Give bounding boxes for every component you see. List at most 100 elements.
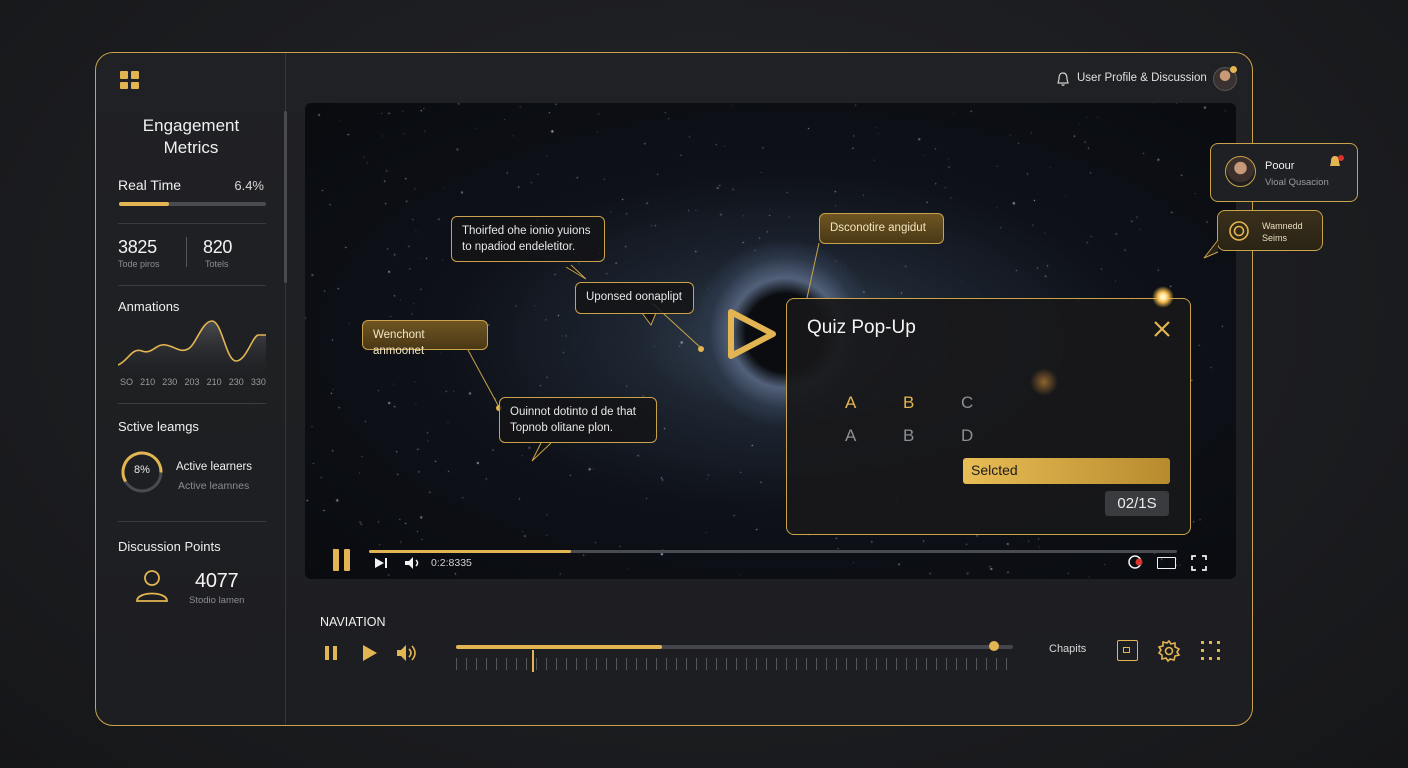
quiz-option-d[interactable]: D — [961, 426, 973, 446]
callout-4-line2: Topnob olitane plon. — [510, 422, 613, 434]
video-progress-track[interactable] — [369, 550, 1177, 553]
nav-play-icon[interactable] — [361, 644, 379, 662]
active-subtitle: Active leamnes — [178, 480, 250, 492]
ruler-tick — [676, 658, 677, 670]
notification-bell-icon[interactable] — [1327, 154, 1345, 172]
video-progress-fill — [369, 550, 571, 553]
captions-icon[interactable] — [1126, 554, 1144, 570]
sidebar-title-line1: Engagement — [142, 116, 240, 135]
pause-bar-right-icon[interactable] — [344, 549, 350, 571]
stat1-value: 3825 — [118, 237, 157, 257]
ruler-tick — [886, 658, 887, 670]
callout-5: Dsconotire angidut — [819, 213, 944, 244]
chapters-label[interactable]: Chapits — [1049, 643, 1086, 655]
nav-volume-icon[interactable] — [396, 644, 418, 662]
timeline-track[interactable] — [456, 645, 1013, 649]
floating-badge-card[interactable]: Wamnedd Seims — [1217, 210, 1323, 251]
ruler-tick — [546, 658, 547, 670]
callout-3-text: Wenchont anmoonet — [373, 329, 425, 357]
ruler-tick — [536, 658, 537, 670]
sidebar: Engagement Metrics Real Time 6.4% 3825 T… — [96, 53, 286, 725]
discussion-label: Discussion Points — [118, 539, 221, 554]
stat2-label: Totels — [205, 259, 229, 269]
ruler-tick — [786, 658, 787, 670]
ruler-tick — [766, 658, 767, 670]
nav-pause-right-icon[interactable] — [333, 646, 337, 660]
floating-card-subtitle: Vioal Qusacion — [1265, 177, 1329, 188]
volume-icon[interactable] — [404, 556, 424, 570]
ruler-tick — [656, 658, 657, 670]
badge-text-line1: Wamnedd — [1262, 221, 1303, 231]
realtime-progress-track — [119, 202, 266, 206]
callout-1: Thoirfed ohe ionio yuions to npadiod end… — [451, 216, 605, 262]
ruler-tick — [976, 658, 977, 670]
ruler-tick — [866, 658, 867, 670]
sidebar-scrollbar[interactable] — [284, 111, 287, 283]
badge-icon — [1229, 221, 1249, 241]
floating-avatar — [1225, 156, 1256, 187]
ruler-tick — [836, 658, 837, 670]
quiz-count: 02/1S — [1105, 491, 1169, 516]
badge-pointer — [1203, 239, 1219, 259]
settings-gear-icon[interactable] — [1157, 639, 1181, 663]
ruler-tick — [846, 658, 847, 670]
ruler-tick — [566, 658, 567, 670]
realtime-label: Real Time — [118, 177, 182, 193]
ruler-tick — [776, 658, 777, 670]
callout-1-line2: to npadiod endeletitor. — [462, 241, 576, 253]
discussion-value: 4077 — [195, 570, 239, 592]
quiz-option-c[interactable]: C — [961, 393, 973, 413]
active-ring-value: 8% — [134, 464, 150, 476]
animations-label: Anmations — [118, 299, 180, 314]
floating-profile-card[interactable]: Poour Vioal Qusacion — [1210, 143, 1358, 202]
chapters-icon[interactable] — [1117, 640, 1138, 661]
ruler-tick — [626, 658, 627, 670]
fullscreen-icon[interactable] — [1191, 555, 1207, 571]
tick-label: 210 — [140, 377, 156, 387]
ruler-tick — [856, 658, 857, 670]
timeline-handle[interactable] — [989, 641, 999, 651]
quiz-option-b2[interactable]: B — [903, 426, 914, 446]
active-section-label: Sctive leamgs — [118, 419, 199, 434]
ruler-tick — [876, 658, 877, 670]
bell-icon[interactable] — [1056, 71, 1070, 87]
tick-label: 230 — [228, 377, 244, 387]
timeline-fill — [456, 645, 663, 649]
animations-tick-labels: SO 210 230 203 210 230 330 — [120, 377, 266, 387]
stat2-value: 820 — [203, 237, 233, 257]
menu-grid-icon[interactable] — [120, 71, 140, 89]
ruler-tick — [926, 658, 927, 670]
ruler-tick — [896, 658, 897, 670]
ruler-tick — [586, 658, 587, 670]
tick-label: 203 — [184, 377, 200, 387]
grid-dots-icon[interactable] — [1200, 640, 1222, 662]
badge-text-line2: Seims — [1262, 233, 1288, 243]
ruler-tick — [496, 658, 497, 670]
stat-divider — [186, 237, 187, 267]
glow-node — [1152, 286, 1174, 308]
ruler-tick — [666, 658, 667, 670]
play-icon[interactable] — [723, 306, 779, 362]
animations-sparkline — [118, 320, 266, 373]
close-icon[interactable] — [1153, 320, 1171, 338]
quiz-option-b[interactable]: B — [903, 393, 914, 413]
quiz-selected-bar[interactable]: Selcted — [963, 458, 1170, 484]
profile-label[interactable]: User Profile & Discussion — [1077, 72, 1207, 84]
ruler-tick — [816, 658, 817, 670]
ruler-tick — [946, 658, 947, 670]
tick-label: 210 — [206, 377, 222, 387]
floating-card-title: Poour — [1265, 160, 1295, 172]
ruler-tick — [596, 658, 597, 670]
timeline-playhead[interactable] — [532, 650, 534, 672]
tick-label: 330 — [250, 377, 266, 387]
ruler-tick — [996, 658, 997, 670]
pause-bar-left-icon[interactable] — [333, 549, 339, 571]
skip-next-icon[interactable] — [373, 556, 389, 570]
ruler-tick — [936, 658, 937, 670]
quiz-option-a2[interactable]: A — [845, 426, 856, 446]
quiz-option-a[interactable]: A — [845, 393, 856, 413]
ruler-tick — [966, 658, 967, 670]
nav-pause-left-icon[interactable] — [325, 646, 329, 660]
user-icon — [136, 570, 168, 602]
theater-mode-icon[interactable] — [1157, 557, 1176, 569]
